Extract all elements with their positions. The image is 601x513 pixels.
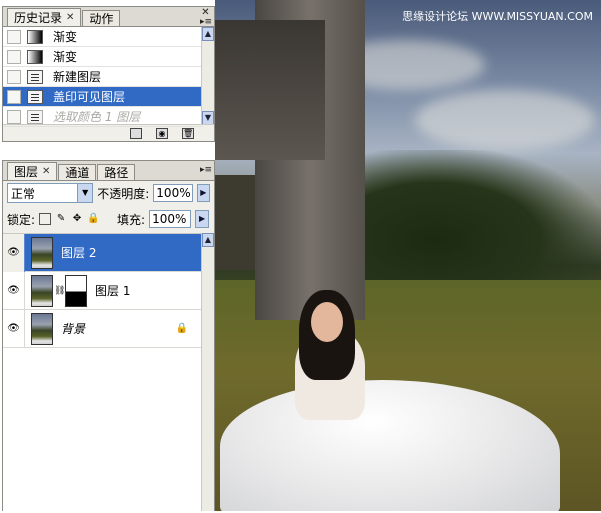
blend-mode-select[interactable]: 正常 ▼ [7,183,94,203]
lock-position-icon[interactable]: ✥ [71,213,83,225]
panel-menu-icon[interactable]: ▸≡ [200,166,212,175]
layer-thumbnail [31,312,53,345]
layer-name: 图层 1 [95,284,131,298]
new-snapshot-icon[interactable]: ◉ [156,127,168,139]
layer-name: 背景 [61,322,86,336]
fill-label: 填充: [117,212,146,227]
history-scrollbar[interactable]: ▲ ▼ [201,27,214,125]
lock-icon: 🔒 [175,323,188,334]
layer-row-background[interactable]: 👁 背景 🔒 [3,309,202,348]
blend-mode-value: 正常 [11,186,36,201]
snapshot-source-checkbox[interactable] [7,109,21,124]
history-item-label: 新建图层 [53,70,102,84]
history-footer: ◉ 🗑 [3,124,214,141]
layer-list: 👁 图层 2 👁 ⛓ 图层 1 👁 背景 🔒 [3,233,202,513]
scroll-up-icon[interactable]: ▲ [202,27,214,41]
mask-link-chain-icon[interactable]: ⛓ [54,286,65,296]
opacity-label: 不透明度: [97,186,150,201]
visibility-eye-icon[interactable]: 👁 [3,271,25,310]
lock-image-pixels-icon[interactable]: ✎ [55,213,67,225]
chevron-down-icon[interactable]: ▼ [77,184,93,202]
history-item-label: 渐变 [53,30,78,44]
close-icon[interactable]: ✕ [66,11,74,25]
trees [325,150,601,300]
layers-scrollbar[interactable]: ▲ [201,233,214,511]
stamp-visible-doc-icon [27,89,43,104]
delete-state-icon[interactable]: 🗑 [182,127,194,139]
watermark: 思缘设计论坛 WWW.MISSYUAN.COM [402,10,593,23]
visibility-eye-icon[interactable]: 👁 [3,233,25,272]
stone-gate-beam [215,20,325,160]
layer-thumbnail [31,274,53,307]
visibility-eye-icon[interactable]: 👁 [3,309,25,348]
tab-history[interactable]: 历史记录 ✕ [7,8,82,26]
lock-transparent-pixels-icon[interactable] [39,213,52,225]
scroll-up-icon[interactable]: ▲ [202,233,214,247]
history-item-label: 渐变 [53,50,78,64]
scroll-down-icon[interactable]: ▼ [202,111,214,125]
tab-paths[interactable]: 路径 [97,164,136,180]
snapshot-source-checkbox[interactable] [7,69,21,84]
tab-layers[interactable]: 图层 ✕ [7,162,58,180]
tab-label: 路径 [104,165,129,180]
lock-all-icon[interactable]: 🔒 [87,213,99,225]
fill-input[interactable]: 100% [149,210,192,228]
gradient-icon [27,29,43,44]
tab-channels[interactable]: 通道 [58,164,97,180]
new-layer-doc-icon [27,69,43,84]
layer-thumbnail [31,236,53,269]
layers-tabs: 图层 ✕ 通道 路径 ▸≡ [3,161,214,181]
lock-label: 锁定: [7,212,36,227]
history-item[interactable]: 渐变 [3,47,203,67]
layer-mask-thumbnail[interactable] [65,274,87,307]
tab-actions[interactable]: 动作 [82,10,121,26]
history-panel: 历史记录 ✕ 动作 ✕ ▸≡ 渐变 渐变 新建图层 盖印可见图层 选取颜色 1 … [2,6,215,142]
bride-face [311,302,343,342]
cloud [415,90,595,150]
snapshot-source-checkbox[interactable] [7,89,21,104]
selective-color-doc-icon [27,109,43,124]
history-item[interactable]: 新建图层 [3,67,203,87]
history-list: 渐变 渐变 新建图层 盖印可见图层 选取颜色 1 图层 [3,27,203,127]
snapshot-source-checkbox[interactable] [7,29,21,44]
snapshot-source-checkbox[interactable] [7,49,21,64]
tab-label: 动作 [89,11,114,26]
tab-label: 图层 [14,164,39,179]
photo-canvas: 思缘设计论坛 WWW.MISSYUAN.COM [215,0,601,511]
history-item-label: 盖印可见图层 [53,90,126,104]
history-item[interactable]: 渐变 [3,27,203,47]
history-item-label: 选取颜色 1 图层 [53,110,141,124]
fill-slider-arrow-icon[interactable]: ▶ [195,210,210,228]
history-tabs: 历史记录 ✕ 动作 ✕ ▸≡ [3,7,214,27]
opacity-input[interactable]: 100% [153,184,193,202]
layer-row-layer-2[interactable]: 👁 图层 2 [3,233,202,272]
tab-label: 通道 [65,165,90,180]
close-icon[interactable]: ✕ [42,165,50,179]
tab-label: 历史记录 [14,10,63,25]
new-document-from-state-icon[interactable] [130,127,142,139]
blend-opacity-row: 正常 ▼ 不透明度: 100% ▶ [7,183,210,203]
layers-panel: 图层 ✕ 通道 路径 ▸≡ 正常 ▼ 不透明度: 100% ▶ 锁定: ✎ ✥ … [2,160,215,513]
opacity-slider-arrow-icon[interactable]: ▶ [196,184,210,202]
lock-fill-row: 锁定: ✎ ✥ 🔒 填充: 100% ▶ [7,209,210,229]
gradient-icon [27,49,43,64]
history-item-selected[interactable]: 盖印可见图层 [3,87,203,107]
panel-menu-icon[interactable]: ▸≡ [200,18,212,27]
layer-name: 图层 2 [61,246,97,260]
layer-row-layer-1[interactable]: 👁 ⛓ 图层 1 [3,271,202,310]
